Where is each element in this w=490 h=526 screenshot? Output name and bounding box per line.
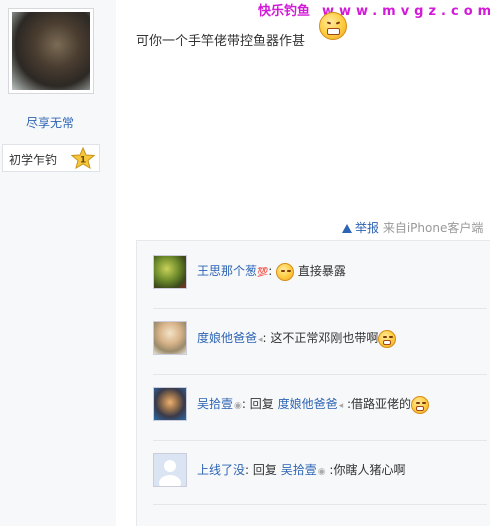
author-name[interactable]: 尽享无常 [0,114,100,131]
vip-badge: 💯 [257,268,269,278]
grin-emoji-icon [411,395,429,414]
comment-user[interactable]: 上线了没 [197,463,245,477]
post-content: 可你一个手竿佬带控鱼器作甚 [136,34,306,49]
comment-text: 这不正常邓刚也带啊 [270,331,379,345]
comment-divider [153,440,487,441]
comment-body: 上线了没: 回复 吴拾壹◉ :你瞎人猪心啊 [197,463,406,477]
warning-triangle-icon [342,224,352,233]
comment-item: 王思那个葱💯: 直接暴露 [153,255,487,295]
reply-word: 回复 [249,397,274,411]
level-number: 1 [80,156,86,166]
post-page: 快乐钓鱼 www.mvgz.com 尽享无常 初学乍钓 1 可你一个手竿佬带控鱼器… [0,0,490,526]
site-watermark: 快乐钓鱼 www.mvgz.com [258,0,490,19]
laughing-emoji-icon [319,12,347,40]
author-sidebar: 尽享无常 初学乍钓 1 [0,0,116,526]
comment-avatar[interactable] [153,387,187,421]
comment-text: :你瞎人猪心啊 [329,463,406,477]
comment-divider [153,308,487,309]
brand-url: www.mvgz.com [322,4,490,19]
comment-divider [153,374,487,375]
comment-text: :借路亚佬的 [346,397,411,411]
comment-text: 直接暴露 [297,264,346,278]
comment-avatar[interactable] [153,321,187,355]
level-badge[interactable]: 初学乍钓 1 [2,144,100,172]
smile-emoji-icon [276,262,295,281]
reply-target[interactable]: 吴拾壹 [281,463,317,477]
level-label: 初学乍钓 [9,153,58,167]
comment-item: 上线了没: 回复 吴拾壹◉ :你瞎人猪心啊 [153,453,487,493]
comment-body: 度娘他爸爸◂: 这不正常邓刚也带啊 [197,329,397,348]
reply-word: 回复 [252,463,277,477]
brand-cn: 快乐钓鱼 [258,4,311,19]
comment-user[interactable]: 吴拾壹 [197,397,233,411]
reply-target[interactable]: 度娘他爸爸 [278,397,338,411]
comment-panel: 王思那个葱💯: 直接暴露 度娘他爸爸◂: 这不正常邓刚也带啊 吴拾壹◉: 回复 … [136,240,490,526]
comment-item: 吴拾壹◉: 回复 度娘他爸爸◂ :借路亚佬的 [153,387,487,427]
comment-body: 王思那个葱💯: 直接暴露 [197,262,346,281]
star-level-icon: 1 [71,147,95,169]
comment-body: 吴拾壹◉: 回复 度娘他爸爸◂ :借路亚佬的 [197,395,429,414]
post-meta: 举报 来自iPhone客户端 [342,219,483,236]
post-source: 来自iPhone客户端 [382,221,484,235]
default-avatar-icon [159,460,181,491]
comment-user[interactable]: 度娘他爸爸 [197,331,257,345]
comment-user[interactable]: 王思那个葱 [197,264,257,278]
report-link[interactable]: 举报 [342,221,379,235]
comment-avatar[interactable] [153,453,187,491]
grin-emoji-icon [378,329,397,348]
comment-item: 度娘他爸爸◂: 这不正常邓刚也带啊 [153,321,487,361]
author-avatar[interactable] [8,8,94,94]
comment-divider [153,504,487,505]
comment-avatar[interactable] [153,255,187,289]
author-photo [12,12,90,90]
